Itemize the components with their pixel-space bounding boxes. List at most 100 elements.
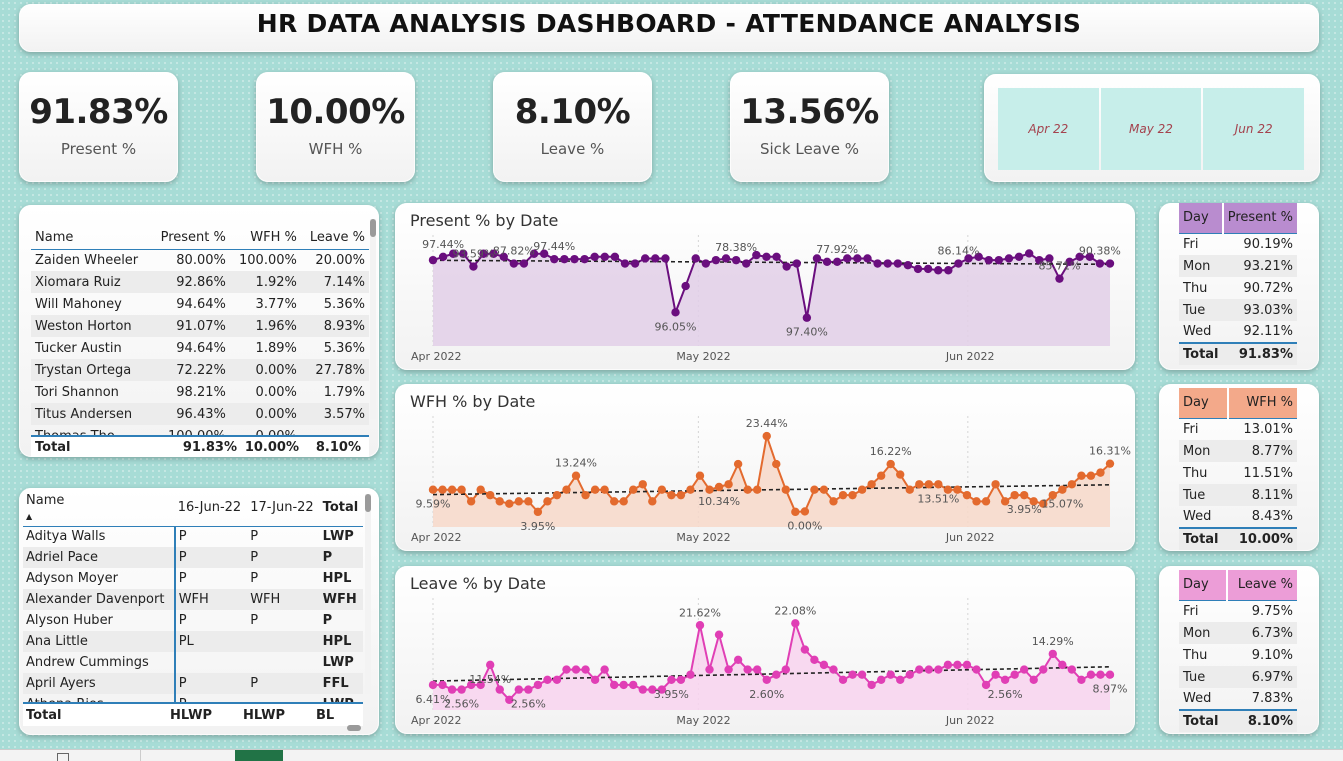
data-point[interactable] xyxy=(686,670,695,679)
data-point[interactable] xyxy=(742,259,751,268)
data-point[interactable] xyxy=(600,665,609,674)
data-point[interactable] xyxy=(667,675,676,684)
col-header-metric[interactable]: Leave % xyxy=(1226,570,1297,600)
data-point[interactable] xyxy=(752,485,762,494)
slicer-may-22[interactable]: May 22 xyxy=(1100,88,1202,170)
slicer-apr-22[interactable]: Apr 22 xyxy=(998,88,1099,170)
table-row[interactable]: Mon 8.77% xyxy=(1179,440,1297,462)
data-point[interactable] xyxy=(743,665,752,674)
table-row[interactable]: Tue 93.03% xyxy=(1179,299,1297,321)
data-point[interactable] xyxy=(550,254,559,264)
data-point[interactable] xyxy=(1010,670,1019,679)
col-header-leave[interactable]: Leave % xyxy=(300,219,369,250)
data-point[interactable] xyxy=(924,665,934,674)
data-point[interactable] xyxy=(984,255,993,265)
data-point[interactable] xyxy=(954,259,963,268)
data-point[interactable] xyxy=(981,497,991,506)
data-point[interactable] xyxy=(667,490,676,500)
data-point[interactable] xyxy=(1014,252,1024,261)
data-point[interactable] xyxy=(903,261,913,270)
data-point[interactable] xyxy=(495,685,504,694)
table-row[interactable]: Wed 7.83% xyxy=(1179,688,1297,710)
col-header-day[interactable]: Day xyxy=(1179,203,1224,233)
data-point[interactable] xyxy=(991,480,1000,489)
data-point[interactable] xyxy=(800,645,810,654)
data-point[interactable] xyxy=(671,308,680,317)
data-point[interactable] xyxy=(519,259,529,268)
data-point[interactable] xyxy=(810,485,819,494)
col-header-name[interactable]: Name ▲ xyxy=(23,490,175,527)
table-row[interactable]: Fri 13.01% xyxy=(1179,418,1297,440)
table-scrollbar[interactable] xyxy=(370,219,376,419)
data-point[interactable] xyxy=(651,254,660,263)
table-row[interactable]: Thu 9.10% xyxy=(1179,644,1297,666)
data-point[interactable] xyxy=(883,259,892,268)
table-row[interactable]: Will Mahoney 94.64% 3.77% 5.36% xyxy=(31,293,369,315)
data-point[interactable] xyxy=(711,255,721,265)
table-row[interactable]: Adyson Moyer P P HPL xyxy=(23,568,363,589)
table-row[interactable]: Aditya Walls P P LWP xyxy=(23,526,363,547)
data-point[interactable] xyxy=(1086,471,1096,480)
data-point[interactable] xyxy=(686,485,695,494)
data-point[interactable] xyxy=(543,497,552,506)
data-point[interactable] xyxy=(838,490,848,500)
data-point[interactable] xyxy=(1004,254,1014,263)
data-point[interactable] xyxy=(1058,485,1067,494)
data-point[interactable] xyxy=(733,459,743,469)
data-point[interactable] xyxy=(657,485,667,494)
data-point[interactable] xyxy=(714,482,724,492)
data-point[interactable] xyxy=(913,264,923,274)
data-point[interactable] xyxy=(438,680,447,690)
data-point[interactable] xyxy=(1096,670,1105,679)
data-point[interactable] xyxy=(630,259,640,268)
data-point[interactable] xyxy=(552,490,562,500)
table-row[interactable]: April Ayers P P FFL xyxy=(23,673,363,694)
data-point[interactable] xyxy=(457,485,466,494)
data-point[interactable] xyxy=(590,675,600,684)
data-point[interactable] xyxy=(661,254,670,263)
data-point[interactable] xyxy=(762,675,771,684)
data-point[interactable] xyxy=(924,480,934,489)
data-point[interactable] xyxy=(743,485,752,494)
data-point[interactable] xyxy=(514,497,524,506)
table-row[interactable]: Adriel Pace P P P xyxy=(23,547,363,568)
data-point[interactable] xyxy=(934,266,943,275)
data-point[interactable] xyxy=(705,665,714,674)
data-point[interactable] xyxy=(923,264,933,274)
table-row[interactable]: Tue 8.11% xyxy=(1179,484,1297,506)
data-point[interactable] xyxy=(609,680,619,690)
data-point[interactable] xyxy=(1019,665,1029,674)
data-point[interactable] xyxy=(695,621,705,630)
data-point[interactable] xyxy=(819,660,829,670)
data-point[interactable] xyxy=(731,255,741,265)
data-point[interactable] xyxy=(495,497,504,506)
data-point[interactable] xyxy=(791,619,800,628)
data-point[interactable] xyxy=(1010,490,1019,500)
data-point[interactable] xyxy=(571,471,581,480)
data-point[interactable] xyxy=(533,680,543,690)
data-point[interactable] xyxy=(1077,675,1086,684)
data-point[interactable] xyxy=(681,281,690,291)
data-point[interactable] xyxy=(505,499,514,508)
data-point[interactable] xyxy=(486,490,495,500)
data-point[interactable] xyxy=(962,490,972,500)
data-point[interactable] xyxy=(469,262,478,271)
data-point[interactable] xyxy=(810,655,819,664)
data-point[interactable] xyxy=(876,471,886,480)
data-point[interactable] xyxy=(991,670,1000,679)
data-point[interactable] xyxy=(972,497,981,506)
data-point[interactable] xyxy=(896,675,905,684)
data-point[interactable] xyxy=(466,497,476,506)
col-header-16-jun[interactable]: 16-Jun-22 xyxy=(174,490,248,527)
data-point[interactable] xyxy=(781,665,791,674)
data-point[interactable] xyxy=(762,431,771,441)
data-point[interactable] xyxy=(524,497,533,506)
data-point[interactable] xyxy=(905,670,914,679)
data-point[interactable] xyxy=(1048,649,1057,659)
data-point[interactable] xyxy=(733,655,743,664)
active-sheet-tab[interactable] xyxy=(235,750,283,761)
data-point[interactable] xyxy=(800,507,810,516)
data-point[interactable] xyxy=(560,254,569,264)
data-point[interactable] xyxy=(943,660,953,670)
data-point[interactable] xyxy=(570,254,579,264)
